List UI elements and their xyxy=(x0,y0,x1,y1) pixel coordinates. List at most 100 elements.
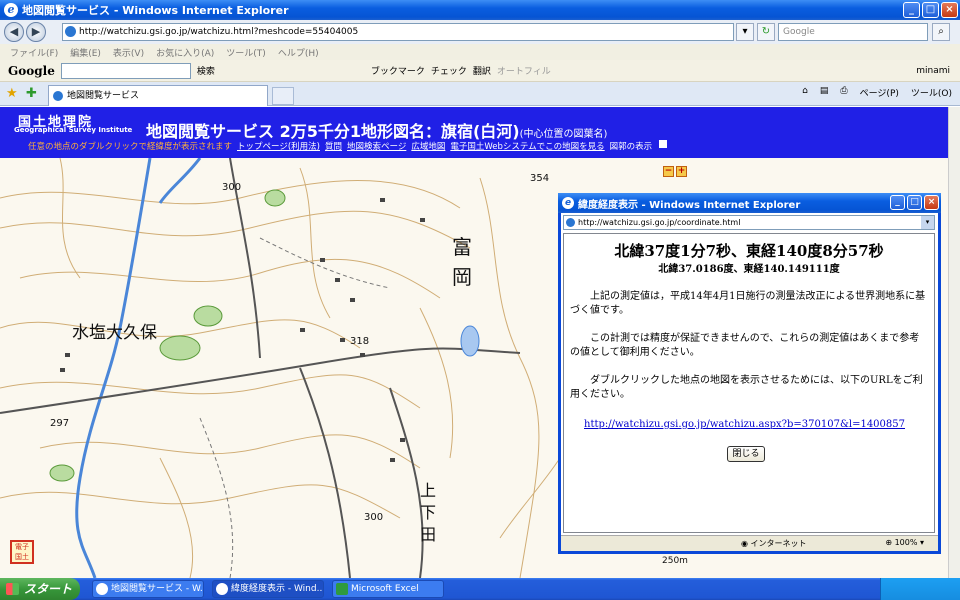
menu-bar: ファイル(F) 編集(E) 表示(V) お気に入り(A) ツール(T) ヘルプ(… xyxy=(0,44,960,60)
search-input[interactable]: Google xyxy=(778,23,928,41)
double-click-hint: 任意の地点のダブルクリックで経緯度が表示されます xyxy=(28,142,233,152)
google-search-button[interactable]: 検索 xyxy=(197,64,215,77)
note-datum: 上記の測定値は，平成14年4月1日施行の測量法改正による世界測地系に基づく値です… xyxy=(570,291,926,316)
scale-label: 250m xyxy=(662,556,688,566)
coordinate-popup: e 緯度経度表示 - Windows Internet Explorer _ □… xyxy=(558,193,941,554)
popup-content: 北緯37度1分7秒、東経140度8分57秒 北緯37.0186度、東経140.1… xyxy=(563,233,935,533)
excel-icon xyxy=(336,583,348,595)
menu-help[interactable]: ヘルプ(H) xyxy=(278,46,319,59)
place-label-mizushio: 水塩大久保 xyxy=(72,323,157,343)
link-question[interactable]: 質問 xyxy=(325,140,342,152)
popup-address-text: http://watchizu.gsi.go.jp/coordinate.htm… xyxy=(578,218,741,227)
coordinate-decimal: 北緯37.0186度、東経140.149111度 xyxy=(658,264,840,275)
legend-label: 図郭の表示 xyxy=(609,142,653,152)
denshi-kokudo-logo[interactable]: 電子国土 xyxy=(10,540,34,564)
link-wide-map[interactable]: 広域地図 xyxy=(411,140,445,152)
tab-title: 地図閲覧サービス xyxy=(67,91,140,101)
note-accuracy: この計測では精度が保証できませんので、これらの測定値はあくまで参考の値として御利… xyxy=(570,333,920,358)
popup-statusbar: ◉ インターネット ⊕ 100% ▾ xyxy=(561,535,938,551)
start-button[interactable]: スタート xyxy=(0,578,80,600)
tab-row: ★ ✚ 地図閲覧サービス ⌂ ▤ ⎙ ページ(P) ツール(O) xyxy=(0,82,960,106)
close-button[interactable]: × xyxy=(941,2,958,18)
new-tab-button[interactable] xyxy=(272,87,294,105)
popup-titlebar: e 緯度経度表示 - Windows Internet Explorer _ □… xyxy=(558,193,941,213)
popup-page-icon xyxy=(566,218,575,227)
menu-tools[interactable]: ツール(T) xyxy=(226,46,266,59)
autofill-button[interactable]: オートフィル xyxy=(497,64,551,77)
google-user[interactable]: minami xyxy=(916,66,950,76)
link-map-search[interactable]: 地図検索ページ xyxy=(347,140,406,152)
address-bar[interactable]: http://watchizu.gsi.go.jp/watchizu.html?… xyxy=(62,23,734,41)
zoom-level[interactable]: ⊕ 100% ▾ xyxy=(885,538,924,547)
window-titlebar: e 地図閲覧サービス - Windows Internet Explorer _… xyxy=(0,0,960,20)
zoom-controls: − + xyxy=(663,166,687,177)
elevation-label: 297 xyxy=(50,418,70,429)
check-button[interactable]: チェック xyxy=(431,64,467,77)
coordinate-dms: 北緯37度1分7秒、東経140度8分57秒 xyxy=(614,242,884,260)
elevation-label: 300 xyxy=(222,182,242,193)
page-icon xyxy=(65,26,76,37)
internet-zone: ◉ インターネット xyxy=(741,539,807,548)
link-top-page[interactable]: トップページ(利用法) xyxy=(237,140,320,152)
close-popup-button[interactable]: 閉じる xyxy=(727,446,765,462)
link-denshi-kokudo[interactable]: 電子国土Webシステムでこの地図を見る xyxy=(450,140,604,152)
ie-icon: e xyxy=(4,3,18,17)
zoom-out-button[interactable]: − xyxy=(663,166,674,177)
address-dropdown-icon[interactable]: ▾ xyxy=(736,23,754,41)
popup-ie-icon: e xyxy=(562,197,574,209)
favorites-star-icon[interactable]: ★ xyxy=(6,86,18,101)
place-label-tomioka: 富岡 xyxy=(452,235,472,289)
refresh-icon[interactable]: ↻ xyxy=(757,23,775,41)
print-icon[interactable]: ⎙ xyxy=(840,86,847,99)
place-label-kamishimoda: 上下田 xyxy=(420,481,437,544)
minimize-button[interactable]: _ xyxy=(903,2,920,18)
address-row: ◀ ▶ http://watchizu.gsi.go.jp/watchizu.h… xyxy=(0,20,960,44)
search-go-icon[interactable]: ⌕ xyxy=(932,23,950,41)
menu-view[interactable]: 表示(V) xyxy=(113,46,144,59)
menu-favorites[interactable]: お気に入り(A) xyxy=(156,46,214,59)
popup-close-button[interactable]: × xyxy=(924,195,939,210)
elevation-label: 354 xyxy=(530,173,550,184)
popup-address-dropdown-icon[interactable]: ▾ xyxy=(921,216,934,229)
popup-address-bar[interactable]: http://watchizu.gsi.go.jp/coordinate.htm… xyxy=(563,215,935,230)
maximize-button[interactable]: □ xyxy=(922,2,939,18)
ie-icon xyxy=(216,583,228,595)
taskbar-item-excel[interactable]: Microsoft Excel xyxy=(332,580,444,598)
tools-menu[interactable]: ツール(O) xyxy=(911,86,952,99)
menu-edit[interactable]: 編集(E) xyxy=(70,46,101,59)
menu-file[interactable]: ファイル(F) xyxy=(10,46,58,59)
tab-map-service[interactable]: 地図閲覧サービス xyxy=(48,85,268,106)
window-title: 地図閲覧サービス - Windows Internet Explorer xyxy=(22,4,289,17)
google-search-input[interactable] xyxy=(60,62,191,79)
popup-title: 緯度経度表示 - Windows Internet Explorer xyxy=(578,199,801,211)
system-tray xyxy=(880,578,960,600)
elevation-label: 318 xyxy=(350,336,370,347)
taskbar-item-map[interactable]: 地図閲覧サービス - W... xyxy=(92,580,204,598)
page-subtitle: (中心位置の図葉名) xyxy=(519,129,608,140)
forward-button[interactable]: ▶ xyxy=(26,22,46,42)
add-favorites-icon[interactable]: ✚ xyxy=(26,86,37,101)
windows-flag-icon xyxy=(6,583,19,595)
zoom-in-button[interactable]: + xyxy=(676,166,687,177)
tab-page-icon xyxy=(53,91,63,101)
back-button[interactable]: ◀ xyxy=(4,22,24,42)
taskbar-item-coordinate[interactable]: 緯度経度表示 - Wind... xyxy=(212,580,324,598)
search-placeholder: Google xyxy=(783,27,815,37)
header-links: 任意の地点のダブルクリックで経緯度が表示されます トップページ(利用法) 質問 … xyxy=(28,140,668,152)
note-url: ダブルクリックした地点の地図を表示させるためには、以下のURLをご利用ください。 xyxy=(570,375,923,400)
page-title: 地図閲覧サービス 2万5千分1地形図名：旗宿(白河)(中心位置の図葉名) xyxy=(146,122,608,141)
popup-maximize-button[interactable]: □ xyxy=(907,195,922,210)
popup-minimize-button[interactable]: _ xyxy=(890,195,905,210)
google-toolbar: Google 検索 ブックマーク チェック 翻訳 オートフィル minami xyxy=(0,60,960,82)
bookmark-button[interactable]: ブックマーク xyxy=(371,64,425,77)
translate-button[interactable]: 翻訳 xyxy=(473,64,491,77)
feed-icon[interactable]: ▤ xyxy=(820,86,829,99)
address-text: http://watchizu.gsi.go.jp/watchizu.html?… xyxy=(79,27,359,37)
page-scrollbar[interactable] xyxy=(948,107,960,578)
legend-checkbox[interactable] xyxy=(659,140,668,148)
page-menu[interactable]: ページ(P) xyxy=(860,86,899,99)
elevation-label: 300 xyxy=(364,512,384,523)
page-header: 国土地理院 Geographical Survey Institute 地図閲覧… xyxy=(0,107,948,158)
map-url-link[interactable]: http://watchizu.gsi.go.jp/watchizu.aspx?… xyxy=(584,419,905,430)
home-icon[interactable]: ⌂ xyxy=(802,86,808,99)
